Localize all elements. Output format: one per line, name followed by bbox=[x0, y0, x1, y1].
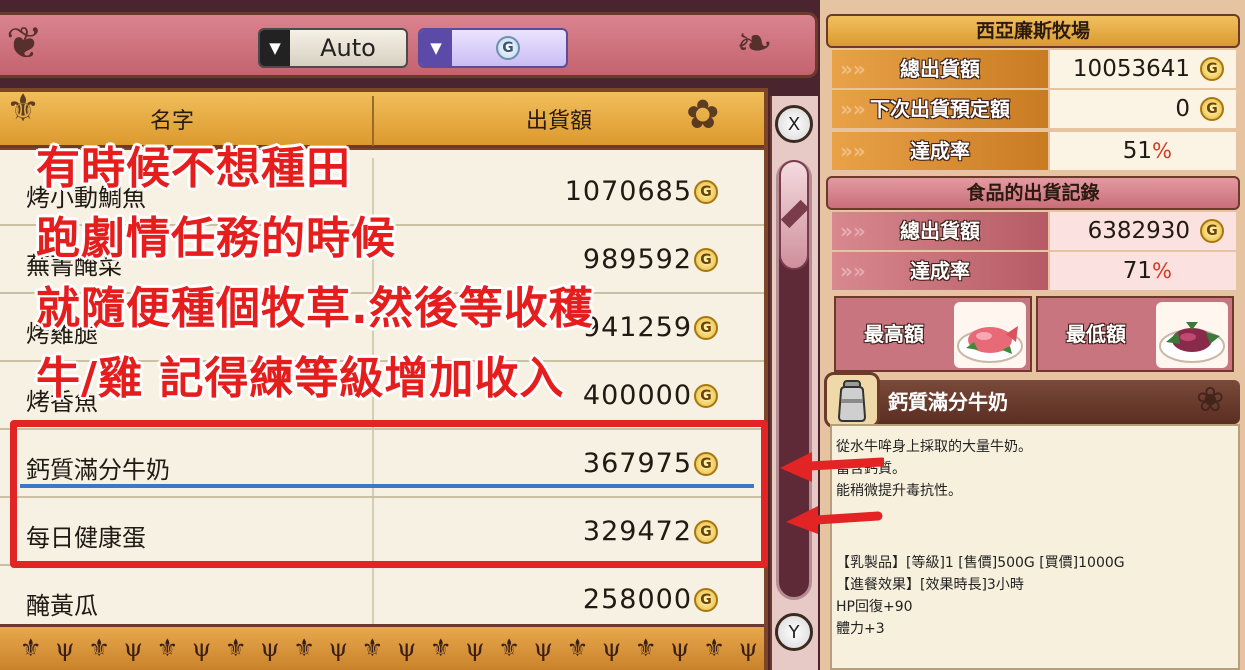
gold-coin-icon: G bbox=[694, 588, 718, 612]
item-name: 醃黃瓜 bbox=[26, 592, 98, 620]
percent-sign: % bbox=[1152, 139, 1172, 163]
farm-total-value: 10053641 G bbox=[1050, 50, 1236, 88]
scroll-up-button[interactable]: X bbox=[775, 105, 813, 143]
scrollbar-thumb[interactable] bbox=[779, 160, 809, 270]
item-stat-line: HP回復+90 bbox=[836, 599, 913, 615]
farm-rate-value: 51% bbox=[1050, 132, 1236, 170]
gold-coin-icon: G bbox=[694, 248, 718, 272]
dropdown-arrow-icon: ▼ bbox=[420, 30, 452, 66]
lowest-label: 最低額 bbox=[1066, 322, 1126, 346]
food-total-number: 6382930 bbox=[1087, 218, 1190, 244]
column-header-amount[interactable]: 出貨額 bbox=[526, 103, 592, 135]
gold-coin-icon: G bbox=[694, 316, 718, 340]
item-amount: 400000 bbox=[582, 380, 692, 411]
farm-rate-number: 51 bbox=[1122, 138, 1153, 164]
food-rate-label: 達成率 bbox=[832, 252, 1048, 290]
sort-dropdown[interactable]: ▼ Auto bbox=[258, 28, 408, 68]
item-amount: 941259 bbox=[582, 312, 692, 343]
sort-dropdown-value: Auto bbox=[320, 34, 376, 62]
header-column-divider bbox=[372, 96, 374, 146]
item-title-ornament: ❀ bbox=[1196, 380, 1225, 420]
g-coin-icon: G bbox=[496, 36, 520, 60]
food-section-title: 食品的出貨記錄 bbox=[826, 176, 1240, 210]
column-header-name[interactable]: 名字 bbox=[150, 103, 194, 135]
gold-coin-icon: G bbox=[1200, 97, 1224, 121]
annotation-caption-line: 牛/雞 記得練等級增加收入 bbox=[36, 353, 565, 404]
percent-sign: % bbox=[1152, 259, 1172, 283]
annotation-caption-line: 就隨便種個牧草.然後等收穫 bbox=[36, 283, 594, 334]
item-stat-line: 【乳製品】[等級]1 [售價]500G [買價]1000G bbox=[836, 555, 1125, 571]
food-total-label: 總出貨額 bbox=[832, 212, 1048, 250]
list-footer-ornament: ⚜ψ⚜ψ⚜ψ⚜ψ⚜ψ⚜ψ⚜ψ⚜ψ⚜ψ⚜ψ⚜ψ⚜ψ⚜ bbox=[0, 624, 764, 670]
item-stat-line: 【進餐效果】[效果時長]3小時 bbox=[836, 577, 1024, 593]
farm-total-label: 總出貨額 bbox=[832, 50, 1048, 88]
next-shipment-value: 0 G bbox=[1050, 90, 1236, 128]
item-stat-line: 體力+3 bbox=[836, 621, 885, 637]
next-shipment-number: 0 bbox=[1175, 96, 1190, 122]
pickled-turnip-dish-icon bbox=[1156, 302, 1228, 368]
annotation-caption-line: 跑劇情任務的時候 bbox=[36, 213, 396, 264]
header-right-ornament: ✿ bbox=[686, 92, 720, 138]
item-amount: 989592 bbox=[582, 244, 692, 275]
game-screen: ❦ ❧ ▼ Auto ▼ G ⚜ ✿ 名字 出貨額 烤小動鯛魚 1070685 … bbox=[0, 0, 1245, 670]
annotation-arrow-icon bbox=[780, 452, 884, 534]
highest-label: 最高額 bbox=[864, 322, 924, 346]
annotation-highlight-box bbox=[10, 420, 768, 568]
food-rate-value: 71% bbox=[1050, 252, 1236, 290]
currency-filter-dropdown[interactable]: ▼ G bbox=[418, 28, 568, 68]
milk-can-icon bbox=[824, 372, 880, 428]
next-shipment-label: 下次出貨預定額 bbox=[832, 90, 1048, 128]
farm-rate-label: 達成率 bbox=[832, 132, 1048, 170]
farm-section-title: 西亞廉斯牧場 bbox=[826, 14, 1240, 48]
header-left-ornament: ⚜ bbox=[6, 86, 41, 130]
lowest-value-food[interactable]: 最低額 bbox=[1036, 296, 1234, 372]
farm-total-number: 10053641 bbox=[1072, 56, 1190, 82]
annotation-caption-line: 有時候不想種田 bbox=[36, 143, 351, 194]
item-amount: 1070685 bbox=[564, 176, 692, 207]
right-flourish-ornament: ❧ bbox=[736, 18, 773, 69]
food-total-value: 6382930 G bbox=[1050, 212, 1236, 250]
selected-item-title: 鈣質滿分牛奶 bbox=[826, 380, 1240, 424]
top-banner bbox=[0, 12, 818, 78]
gold-coin-icon: G bbox=[694, 384, 718, 408]
grilled-fish-dish-icon bbox=[954, 302, 1026, 368]
food-rate-number: 71 bbox=[1122, 258, 1153, 284]
scroll-down-button[interactable]: Y bbox=[775, 613, 813, 651]
item-amount: 258000 bbox=[582, 584, 692, 615]
left-flourish-ornament: ❦ bbox=[6, 18, 43, 69]
dropdown-arrow-icon: ▼ bbox=[260, 30, 290, 66]
highest-value-food[interactable]: 最高額 bbox=[834, 296, 1032, 372]
gold-coin-icon: G bbox=[694, 180, 718, 204]
gold-coin-icon: G bbox=[1200, 219, 1224, 243]
gold-coin-icon: G bbox=[1200, 57, 1224, 81]
